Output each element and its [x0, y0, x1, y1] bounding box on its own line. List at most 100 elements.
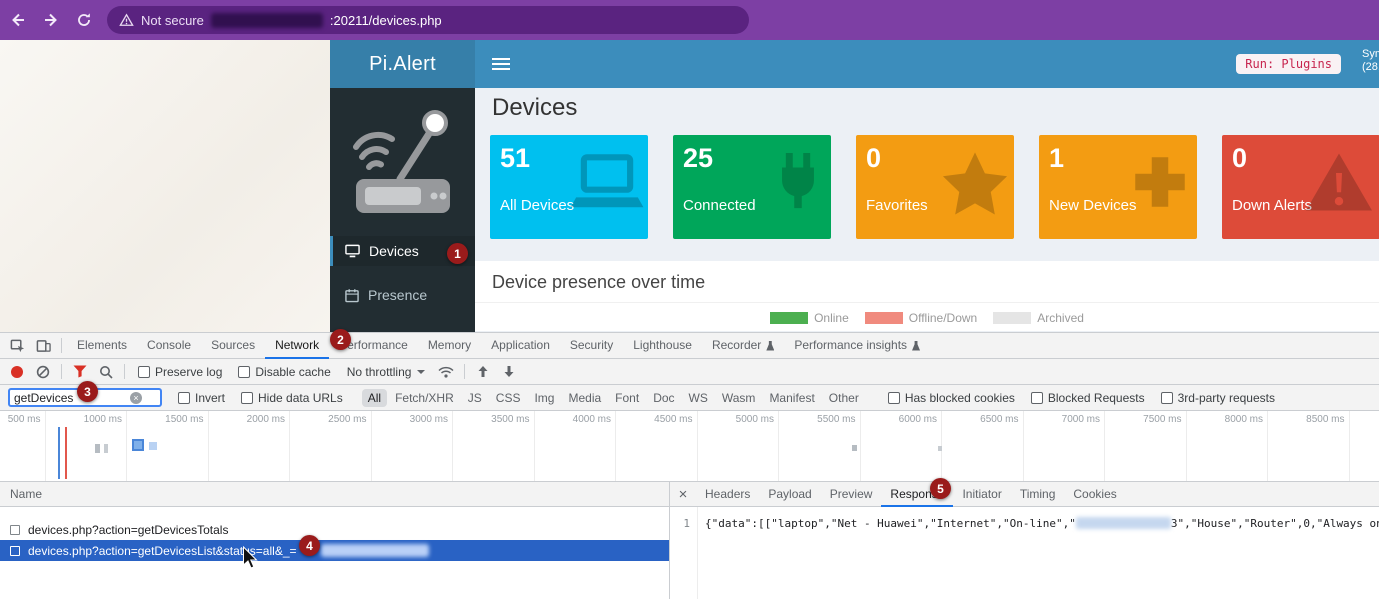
clear-network-log-icon[interactable]: [30, 365, 56, 379]
network-filter-row: × Invert Hide data URLs All Fetch/XHR JS: [0, 385, 1379, 411]
checkbox-box: [138, 366, 150, 378]
network-filter-checkbox[interactable]: Blocked Requests: [1031, 391, 1145, 405]
inspect-element-icon[interactable]: [4, 338, 30, 353]
sidebar-toggle-icon[interactable]: [492, 55, 510, 73]
timeline-tick: 5000 ms: [698, 411, 780, 481]
request-type-filter[interactable]: Font: [609, 389, 645, 407]
redacted-host: [211, 13, 323, 28]
disable-cache-checkbox[interactable]: Disable cache: [238, 365, 330, 379]
devtools-tab-label: Performance insights: [794, 333, 907, 358]
response-viewer: 1 {"data":[["laptop","Net - Huawei","Int…: [670, 507, 1379, 599]
card-favorites[interactable]: 0 Favorites: [856, 135, 1014, 239]
top-navbar: Run: Plugins Sym (28,: [475, 40, 1379, 88]
timeline-tick: 4000 ms: [535, 411, 617, 481]
warning-icon: [1302, 149, 1376, 220]
timeline-tick: 500 ms: [0, 411, 46, 481]
devtools-tab[interactable]: Lighthouse: [623, 333, 702, 359]
devtools-tab-label: Memory: [428, 333, 471, 358]
export-har-icon[interactable]: [496, 365, 522, 378]
legend-label: Offline/Down: [909, 311, 977, 325]
device-toolbar-icon[interactable]: [30, 338, 56, 353]
invert-checkbox[interactable]: Invert: [178, 391, 225, 405]
detail-tab[interactable]: Timing: [1011, 482, 1065, 507]
request-type-filter[interactable]: Fetch/XHR: [389, 389, 460, 407]
page-title: Devices: [492, 94, 1379, 122]
annotation-step-5: 5: [930, 478, 951, 499]
pialert-logo[interactable]: Pi.Alert: [330, 40, 475, 88]
card-down-alerts[interactable]: 0 Down Alerts: [1222, 135, 1379, 239]
import-har-icon[interactable]: [470, 365, 496, 378]
devtools-tab[interactable]: Elements: [67, 333, 137, 359]
devtools-tab[interactable]: Console: [137, 333, 201, 359]
preserve-log-checkbox[interactable]: Preserve log: [138, 365, 222, 379]
detail-tab[interactable]: Preview: [821, 482, 882, 507]
sidebar-item-presence[interactable]: Presence: [330, 280, 475, 310]
card-label: Down Alerts: [1232, 197, 1312, 214]
throttling-select[interactable]: No throttling: [347, 365, 426, 379]
search-icon[interactable]: [93, 365, 119, 379]
devtools-tab[interactable]: Application: [481, 333, 560, 359]
calendar-icon: [345, 288, 359, 303]
close-icon[interactable]: ×: [670, 486, 696, 503]
request-type-filter[interactable]: CSS: [490, 389, 527, 407]
timeline-scale: 500 ms1000 ms1500 ms2000 ms2500 ms3000 m…: [0, 411, 1379, 481]
clear-filter-icon[interactable]: ×: [130, 392, 142, 404]
network-filter-checkbox[interactable]: 3rd-party requests: [1161, 391, 1275, 405]
mouse-cursor: [242, 546, 262, 575]
detail-tab[interactable]: Cookies: [1064, 482, 1125, 507]
timeline-tick: 7500 ms: [1105, 411, 1187, 481]
request-type-filter[interactable]: All: [362, 389, 387, 407]
detail-tab[interactable]: Initiator: [953, 482, 1010, 507]
filter-funnel-icon[interactable]: [67, 365, 93, 378]
forward-button[interactable]: [36, 5, 66, 35]
request-type-filter[interactable]: JS: [462, 389, 488, 407]
request-type-filter[interactable]: Media: [562, 389, 607, 407]
devtools-tab-label: Sources: [211, 333, 255, 358]
filter-text-field[interactable]: [14, 391, 126, 405]
request-type-filter[interactable]: Manifest: [763, 389, 820, 407]
devtools-tab[interactable]: Network: [265, 333, 329, 359]
not-secure-warning-icon: [119, 13, 134, 27]
pialert-main: Run: Plugins Sym (28, Devices 51 All Dev…: [475, 40, 1379, 332]
address-bar[interactable]: Not secure :20211/devices.php: [107, 6, 749, 34]
devtools-tab[interactable]: Security: [560, 333, 623, 359]
card-new-devices[interactable]: 1 New Devices: [1039, 135, 1197, 239]
network-overview-timeline[interactable]: 500 ms1000 ms1500 ms2000 ms2500 ms3000 m…: [0, 411, 1379, 482]
hide-data-urls-checkbox[interactable]: Hide data URLs: [241, 391, 343, 405]
request-type-filter[interactable]: WS: [683, 389, 714, 407]
card-all-devices[interactable]: 51 All Devices: [490, 135, 648, 239]
devtools-tab[interactable]: Memory: [418, 333, 481, 359]
request-row-selected[interactable]: devices.php?action=getDevicesList&status…: [0, 540, 669, 561]
devtools-tab[interactable]: Performance insights: [784, 333, 930, 359]
network-conditions-wifi-icon[interactable]: [433, 366, 459, 378]
requests-name-header[interactable]: Name: [0, 482, 669, 507]
devtools-tab[interactable]: Recorder: [702, 333, 784, 359]
request-type-filter[interactable]: Img: [528, 389, 560, 407]
separator: [61, 338, 62, 353]
request-type-filter[interactable]: Wasm: [716, 389, 762, 407]
network-filter-checkbox[interactable]: Has blocked cookies: [888, 391, 1015, 405]
record-network-log-icon[interactable]: [4, 366, 30, 378]
devtools-tab[interactable]: Sources: [201, 333, 265, 359]
back-button[interactable]: [3, 5, 33, 35]
timeline-activity-mark: [104, 444, 108, 453]
devtools-tab-label: Security: [570, 333, 613, 358]
request-row[interactable]: devices.php?action=getDevicesTotals: [0, 519, 669, 540]
separator: [464, 364, 465, 379]
card-label: New Devices: [1049, 197, 1137, 214]
run-plugins-button[interactable]: Run: Plugins: [1236, 54, 1341, 74]
forward-arrow-icon: [41, 10, 61, 30]
request-detail-panel: × Headers Payload Preview Response Initi…: [670, 482, 1379, 599]
request-type-filter[interactable]: Other: [823, 389, 865, 407]
checkbox-box: [241, 392, 253, 404]
timeline-tick: 5500 ms: [779, 411, 861, 481]
detail-tab[interactable]: Payload: [759, 482, 820, 507]
detail-tab[interactable]: Headers: [696, 482, 759, 507]
experimental-flask-icon: [912, 341, 920, 351]
card-connected[interactable]: 25 Connected: [673, 135, 831, 239]
request-type-filter[interactable]: Doc: [647, 389, 680, 407]
reload-button[interactable]: [69, 5, 99, 35]
pialert-app: Pi.Alert: [330, 40, 1379, 332]
redacted-response-value: [1076, 517, 1171, 529]
timeline-tick: 7000 ms: [1024, 411, 1106, 481]
